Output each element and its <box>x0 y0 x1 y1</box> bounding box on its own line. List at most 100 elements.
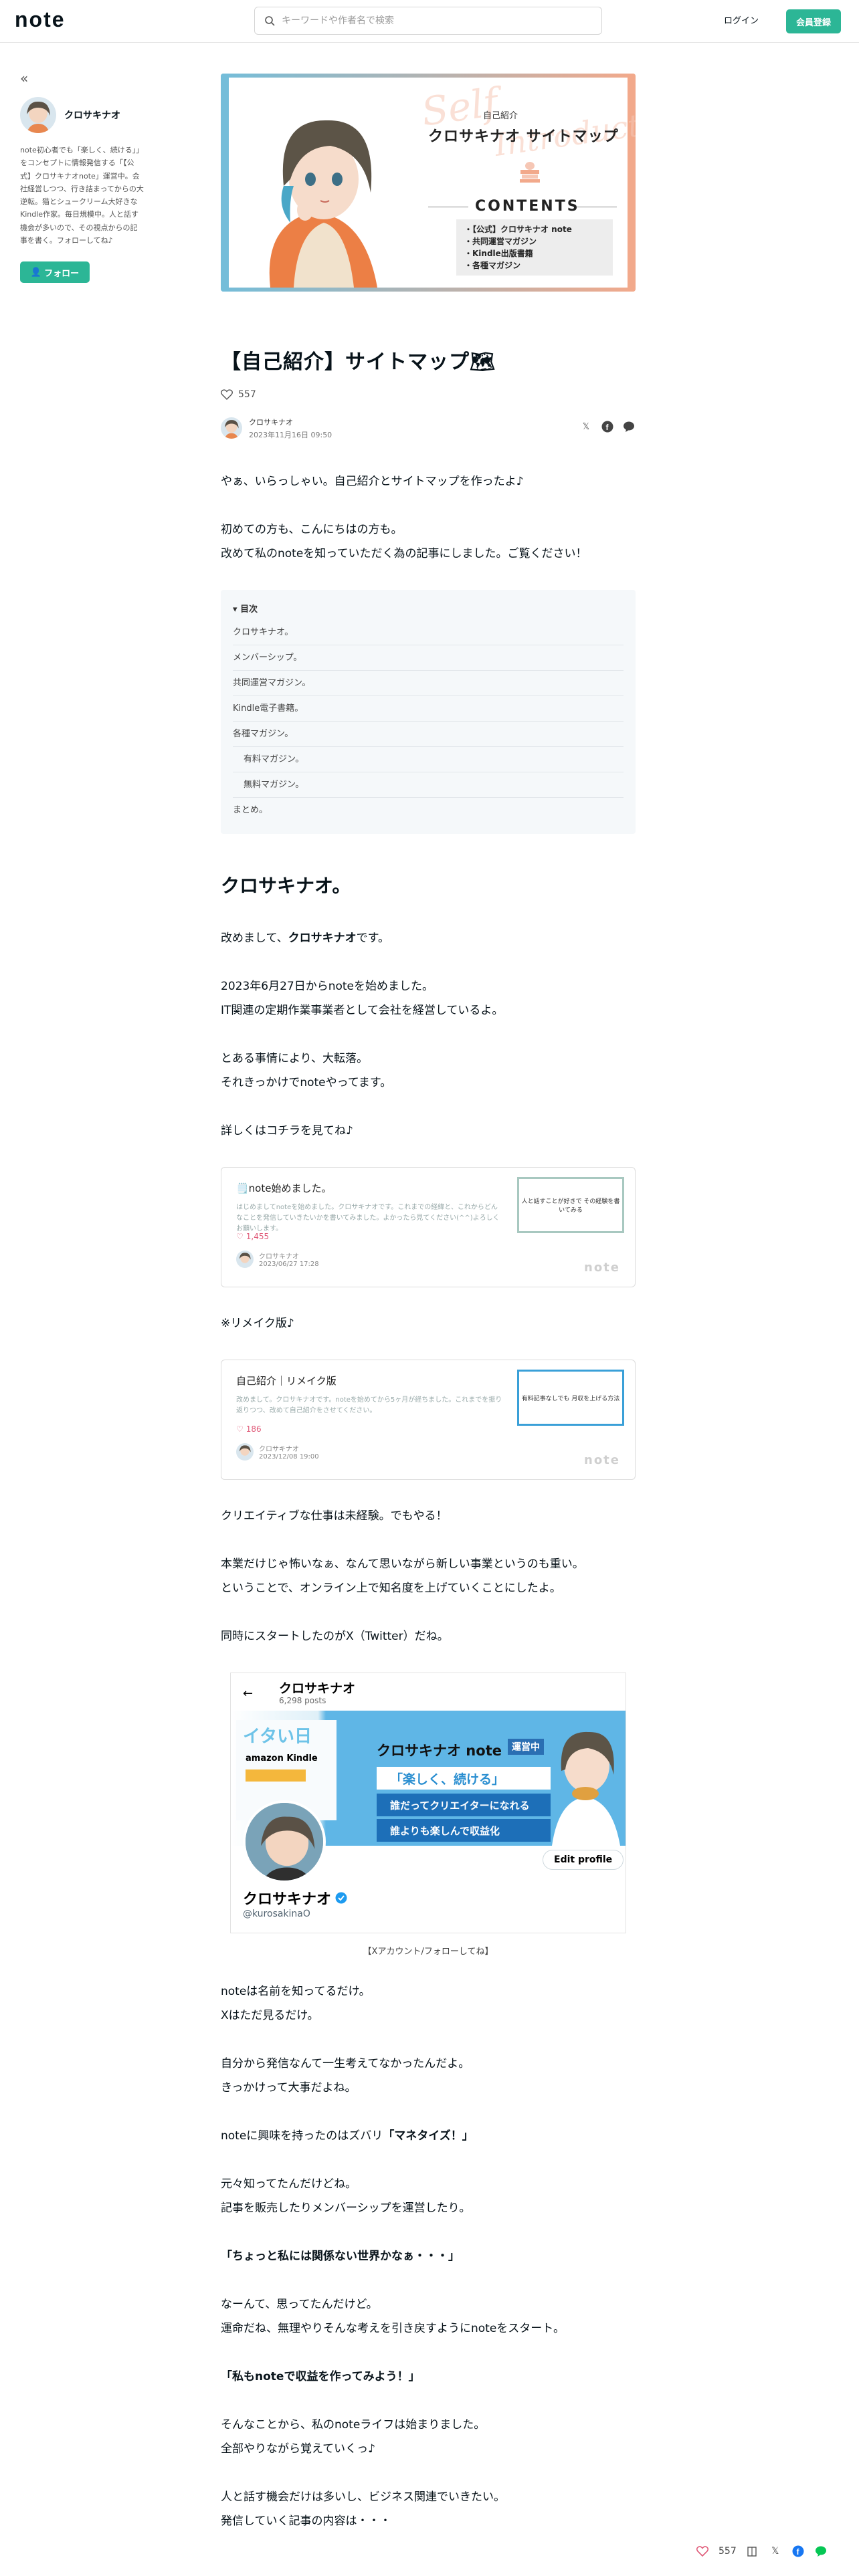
embedded-article-card[interactable]: 🗒️note始めました。 はじめましてnoteを始めました。クロサキナオです。こ… <box>221 1167 636 1287</box>
creator-bio: note初心者でも「楽しく、続ける」」をコンセプトに情報発信する「【公式】クロサ… <box>20 146 144 245</box>
embed-title[interactable]: 🗒️note始めました。 <box>236 1181 504 1195</box>
line-share-icon[interactable] <box>622 420 636 433</box>
paragraph: noteに興味を持ったのはズバリ「マネタイズ！」 <box>221 2129 474 2143</box>
toc-item[interactable]: まとめ。 <box>233 798 624 823</box>
paragraph: 元々知ってたんだけどね。 <box>221 2177 357 2191</box>
paragraph: 発信していく記事の内容は・・・ <box>221 2514 391 2528</box>
paragraph: 「ちょっと私には関係ない世界かなぁ・・・」 <box>221 2250 460 2263</box>
collapse-sidebar-icon[interactable]: « <box>20 70 147 86</box>
x-profile-name: クロサキナオ <box>243 1887 347 1909</box>
embed-thumbnail[interactable]: 人と話すことが好きで その経験を書いてみる <box>517 1177 624 1233</box>
paragraph: そんなことから、私のnoteライフは始まりました。 <box>221 2418 486 2432</box>
heart-icon: ♡ <box>236 1232 244 1241</box>
like-count: 557 <box>719 2546 737 2557</box>
paragraph: ※リメイク版♪ <box>221 1317 294 1330</box>
toc-item[interactable]: 各種マガジン。 <box>233 722 624 747</box>
paragraph: きっかけって大事だよね。 <box>221 2081 357 2095</box>
hero-contents-list: ・【公式】クロサキナオ note ・共同運営マガジン ・Kindle出版書籍 ・… <box>456 219 613 276</box>
published-date: 2023年11月16日 09:50 <box>249 430 332 439</box>
author-name[interactable]: クロサキナオ <box>249 417 332 427</box>
embed-author-name: クロサキナオ <box>259 1253 299 1261</box>
paragraph: noteは名前を知ってるだけ。 <box>221 1985 371 1998</box>
paragraph: IT関連の定期作業事業者として会社を経営しているよ。 <box>221 1004 504 1017</box>
author-meta: クロサキナオ 2023年11月16日 09:50 <box>249 417 332 440</box>
hero-list-item: ・【公式】クロサキナオ note <box>464 225 572 234</box>
heart-icon: ♡ <box>236 1424 244 1434</box>
hero-small-label: 自己紹介 <box>483 111 518 121</box>
magazine-add-icon[interactable] <box>746 2545 759 2558</box>
paragraph: なーんて、思ってたんだけど。 <box>221 2298 378 2311</box>
creator-profile[interactable]: クロサキナオ <box>20 97 147 133</box>
embed-date: 2023/12/08 19:00 <box>259 1453 319 1461</box>
embedded-article-card[interactable]: 自己紹介｜リメイク版 改めまして。クロサキナオです。noteを始めてから5ヶ月が… <box>221 1360 636 1480</box>
paragraph: 運命だね、無理やりそんな考えを引き戻すようにnoteをスタート。 <box>221 2322 565 2335</box>
paragraph: 全部やりながら覚えていくっ♪ <box>221 2442 375 2456</box>
creator-sidebar: « クロサキナオ note初心者でも「楽しく、続ける」」をコンセプトに情報発信す… <box>20 70 147 283</box>
x-banner-bar: 「楽しく、続ける」 <box>377 1767 551 1790</box>
line-share-icon[interactable] <box>814 2545 828 2558</box>
x-display-name: クロサキナオ <box>279 1681 356 1696</box>
toc-item[interactable]: Kindle電子書籍。 <box>233 696 624 722</box>
embed-author-avatar <box>236 1443 254 1461</box>
hero-list-item: ・共同運営マガジン <box>464 237 537 246</box>
search-box[interactable] <box>254 7 602 35</box>
paragraph: 詳しくはコチラを見てね♪ <box>221 1124 353 1138</box>
hero-contents-label: CONTENTS <box>475 198 580 215</box>
paragraph: 改めまして、クロサキナオです。 <box>221 932 389 945</box>
image-caption: 【Xアカウント/フォローしてね】 <box>363 1947 494 1957</box>
article-title: 【自己紹介】サイトマップ🗺 <box>221 350 496 374</box>
paragraph: 自分から発信なんて一生考えてなかったんだよ。 <box>221 2057 470 2070</box>
heart-icon[interactable] <box>221 389 233 400</box>
paragraph: クリエイティブな仕事は未経験。でもやる！ <box>221 1509 448 1523</box>
note-logo-watermark: note <box>584 1453 620 1467</box>
toc-item[interactable]: 無料マガジン。 <box>233 772 624 798</box>
follow-button[interactable]: 👤 フォロー <box>20 261 90 283</box>
hero-list-item: ・各種マガジン <box>464 261 521 270</box>
toc-item[interactable]: メンバーシップ。 <box>233 645 624 671</box>
x-avatar <box>243 1800 326 1883</box>
hero-frame <box>221 74 229 292</box>
x-banner-text: amazon Kindle <box>246 1753 318 1763</box>
x-share-icon[interactable]: 𝕏 <box>579 420 593 433</box>
x-post-count: 6,298 posts <box>279 1696 326 1705</box>
x-banner-title: クロサキナオ note <box>377 1743 502 1759</box>
author-avatar[interactable] <box>221 417 242 439</box>
login-link[interactable]: ログイン <box>724 13 759 26</box>
follow-label: フォロー <box>44 268 80 279</box>
creator-avatar[interactable] <box>20 97 56 133</box>
paragraph: 本業だけじゃ怖いなぁ、なんて思いながら新しい事業というのも重い。 <box>221 1558 584 1571</box>
facebook-share-icon[interactable]: f <box>601 420 614 433</box>
toc-item[interactable]: クロサキナオ。 <box>233 620 624 645</box>
like-counter[interactable]: 557 <box>221 389 636 400</box>
paragraph: Xはただ見るだけ。 <box>221 2009 319 2022</box>
user-plus-icon: 👤 <box>30 267 42 278</box>
signup-button[interactable]: 会員登録 <box>786 9 841 33</box>
heart-icon[interactable] <box>696 2545 709 2558</box>
note-logo[interactable]: note <box>15 7 66 32</box>
creator-name[interactable]: クロサキナオ <box>64 108 120 122</box>
embed-thumbnail[interactable]: 有料記事なしでも 月収を上げる方法 <box>517 1370 624 1426</box>
x-banner-badge: 運営中 <box>508 1739 544 1755</box>
x-profile-screenshot: ← クロサキナオ 6,298 posts イタい日 amazon Kindle … <box>230 1673 626 1933</box>
x-edit-profile-button: Edit profile <box>543 1850 624 1870</box>
embed-title[interactable]: 自己紹介｜リメイク版 <box>236 1374 504 1388</box>
paragraph: 初めての方も、こんにちはの方も。 <box>221 523 403 536</box>
embed-author: クロサキナオ 2023/06/27 17:28 <box>236 1251 319 1268</box>
x-banner-strip <box>246 1769 306 1782</box>
facebook-share-icon[interactable]: f <box>791 2545 805 2558</box>
search-input[interactable] <box>282 15 576 26</box>
x-share-icon[interactable]: 𝕏 <box>769 2545 782 2558</box>
hero-frame <box>221 74 636 78</box>
toc-heading[interactable]: ▾ 目次 <box>233 602 624 615</box>
table-of-contents: ▾ 目次 クロサキナオ。 メンバーシップ。 共同運営マガジン。 Kindle電子… <box>221 590 636 834</box>
toc-item[interactable]: 共同運営マガジン。 <box>233 671 624 696</box>
x-banner-character <box>552 1731 620 1846</box>
x-banner-text: イタい日 <box>243 1727 312 1747</box>
paragraph: 2023年6月27日からnoteを始めました。 <box>221 980 434 993</box>
x-handle: @kurosakinaO <box>243 1909 310 1919</box>
hero-list-item: ・Kindle出版書籍 <box>464 249 533 258</box>
toc-item[interactable]: 有料マガジン。 <box>233 747 624 772</box>
paragraph: 改めて私のnoteを知っていただく為の記事にしました。ご覧ください！ <box>221 547 587 560</box>
hero-frame <box>628 74 636 292</box>
hero-image: Self Introduction 自己紹介 クロサキナオ サイトマップ CON… <box>221 74 636 292</box>
